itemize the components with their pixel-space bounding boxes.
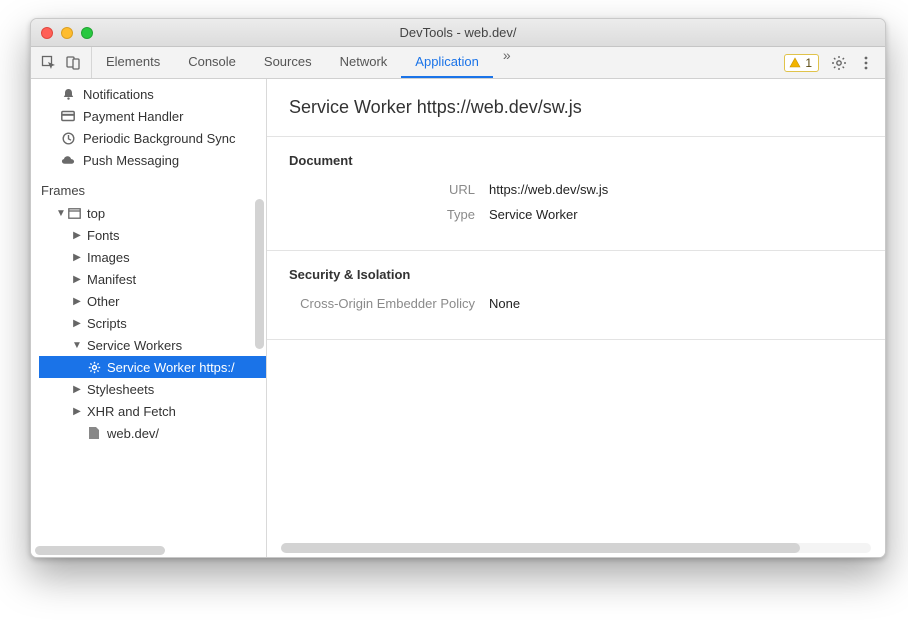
application-main-panel: Service Worker https://web.dev/sw.js Doc… [267, 79, 885, 557]
tree-node-label: Service Workers [83, 338, 182, 353]
document-heading: Document [289, 153, 863, 168]
tree-node-label: top [81, 206, 105, 221]
chevron-down-icon: ▼ [55, 208, 67, 219]
devtools-window: DevTools - web.dev/ Elements Console Sou… [30, 18, 886, 558]
url-value: https://web.dev/sw.js [489, 182, 608, 197]
tree-node-label: Scripts [83, 316, 127, 331]
coep-label: Cross-Origin Embedder Policy [289, 296, 489, 311]
tree-node-scripts[interactable]: ▶ Scripts [39, 312, 266, 334]
chevron-right-icon: ▶ [71, 296, 83, 307]
sidebar-item-label: Notifications [83, 87, 154, 102]
tab-network[interactable]: Network [326, 47, 402, 78]
chevron-right-icon: ▶ [71, 230, 83, 241]
sidebar-item-label: Payment Handler [83, 109, 183, 124]
chevron-right-icon: ▶ [71, 406, 83, 417]
main-horizontal-scrollbar[interactable] [281, 543, 871, 553]
coep-value: None [489, 296, 520, 311]
tabstrip: Elements Console Sources Network Applica… [31, 47, 885, 79]
type-label: Type [289, 207, 489, 222]
security-section: Security & Isolation Cross-Origin Embedd… [267, 251, 885, 340]
tree-node-label: Fonts [83, 228, 120, 243]
card-icon [61, 110, 75, 122]
file-icon [87, 427, 101, 439]
tree-node-label: web.dev/ [101, 426, 159, 441]
tree-node-other[interactable]: ▶ Other [39, 290, 266, 312]
cloud-icon [61, 155, 75, 166]
tree-node-fonts[interactable]: ▶ Fonts [39, 224, 266, 246]
more-tabs-icon[interactable]: » [493, 47, 521, 78]
gear-icon [87, 361, 101, 374]
scrollbar-thumb[interactable] [281, 543, 800, 553]
kv-type: Type Service Worker [289, 207, 863, 222]
tab-application[interactable]: Application [401, 47, 493, 78]
tree-node-label: Service Worker https:/ [101, 360, 235, 375]
tree-node-label: XHR and Fetch [83, 404, 176, 419]
sidebar-horizontal-scrollbar[interactable] [35, 546, 165, 555]
document-section: Document URL https://web.dev/sw.js Type … [267, 137, 885, 251]
page-title: Service Worker https://web.dev/sw.js [267, 79, 885, 137]
device-toggle-icon[interactable] [65, 55, 81, 71]
tab-elements[interactable]: Elements [92, 47, 174, 78]
sidebar-vertical-scrollbar[interactable] [255, 199, 264, 349]
warnings-badge[interactable]: 1 [784, 54, 819, 72]
toolbar-right: 1 [784, 54, 879, 72]
inspect-icon[interactable] [41, 55, 57, 71]
chevron-right-icon: ▶ [71, 252, 83, 263]
settings-icon[interactable] [831, 55, 847, 71]
main-body: Notifications Payment Handler Periodic B… [31, 79, 885, 557]
panel-tabs: Elements Console Sources Network Applica… [92, 47, 521, 78]
chevron-right-icon: ▶ [71, 384, 83, 395]
tree-node-service-worker-item[interactable]: Service Worker https:/ [39, 356, 266, 378]
tree-node-label: Images [83, 250, 130, 265]
tree-node-xhr-fetch[interactable]: ▶ XHR and Fetch [39, 400, 266, 422]
url-label: URL [289, 182, 489, 197]
sidebar-item-notifications[interactable]: Notifications [31, 83, 266, 105]
tab-console[interactable]: Console [174, 47, 250, 78]
bell-icon [61, 88, 75, 101]
window-frame-icon [67, 208, 81, 219]
chevron-right-icon: ▶ [71, 318, 83, 329]
inspect-tools [37, 47, 92, 78]
sidebar-item-label: Periodic Background Sync [83, 131, 235, 146]
sidebar-item-periodic-sync[interactable]: Periodic Background Sync [31, 127, 266, 149]
type-value: Service Worker [489, 207, 578, 222]
tree-node-label: Stylesheets [83, 382, 154, 397]
tree-node-stylesheets[interactable]: ▶ Stylesheets [39, 378, 266, 400]
kv-coep: Cross-Origin Embedder Policy None [289, 296, 863, 311]
tree-node-label: Manifest [83, 272, 136, 287]
tree-node-webdev-leaf[interactable]: web.dev/ [39, 422, 266, 444]
tree-node-service-workers[interactable]: ▼ Service Workers [39, 334, 266, 356]
titlebar: DevTools - web.dev/ [31, 19, 885, 47]
chevron-right-icon: ▶ [71, 274, 83, 285]
tree-node-top[interactable]: ▼ top [39, 202, 266, 224]
tree-node-label: Other [83, 294, 120, 309]
tab-sources[interactable]: Sources [250, 47, 326, 78]
frames-section-label: Frames [31, 171, 266, 202]
tree-node-manifest[interactable]: ▶ Manifest [39, 268, 266, 290]
chevron-down-icon: ▼ [71, 340, 83, 351]
sidebar-item-label: Push Messaging [83, 153, 179, 168]
security-heading: Security & Isolation [289, 267, 863, 282]
frames-tree: ▼ top ▶ Fonts ▶ Images ▶ Manifest [31, 202, 266, 444]
kv-url: URL https://web.dev/sw.js [289, 182, 863, 197]
sidebar-item-payment-handler[interactable]: Payment Handler [31, 105, 266, 127]
application-sidebar: Notifications Payment Handler Periodic B… [31, 79, 267, 557]
tree-node-images[interactable]: ▶ Images [39, 246, 266, 268]
sidebar-item-push-messaging[interactable]: Push Messaging [31, 149, 266, 171]
kebab-menu-icon[interactable] [859, 55, 873, 71]
warnings-count: 1 [805, 56, 812, 70]
window-title: DevTools - web.dev/ [31, 25, 885, 40]
clock-icon [61, 132, 75, 145]
